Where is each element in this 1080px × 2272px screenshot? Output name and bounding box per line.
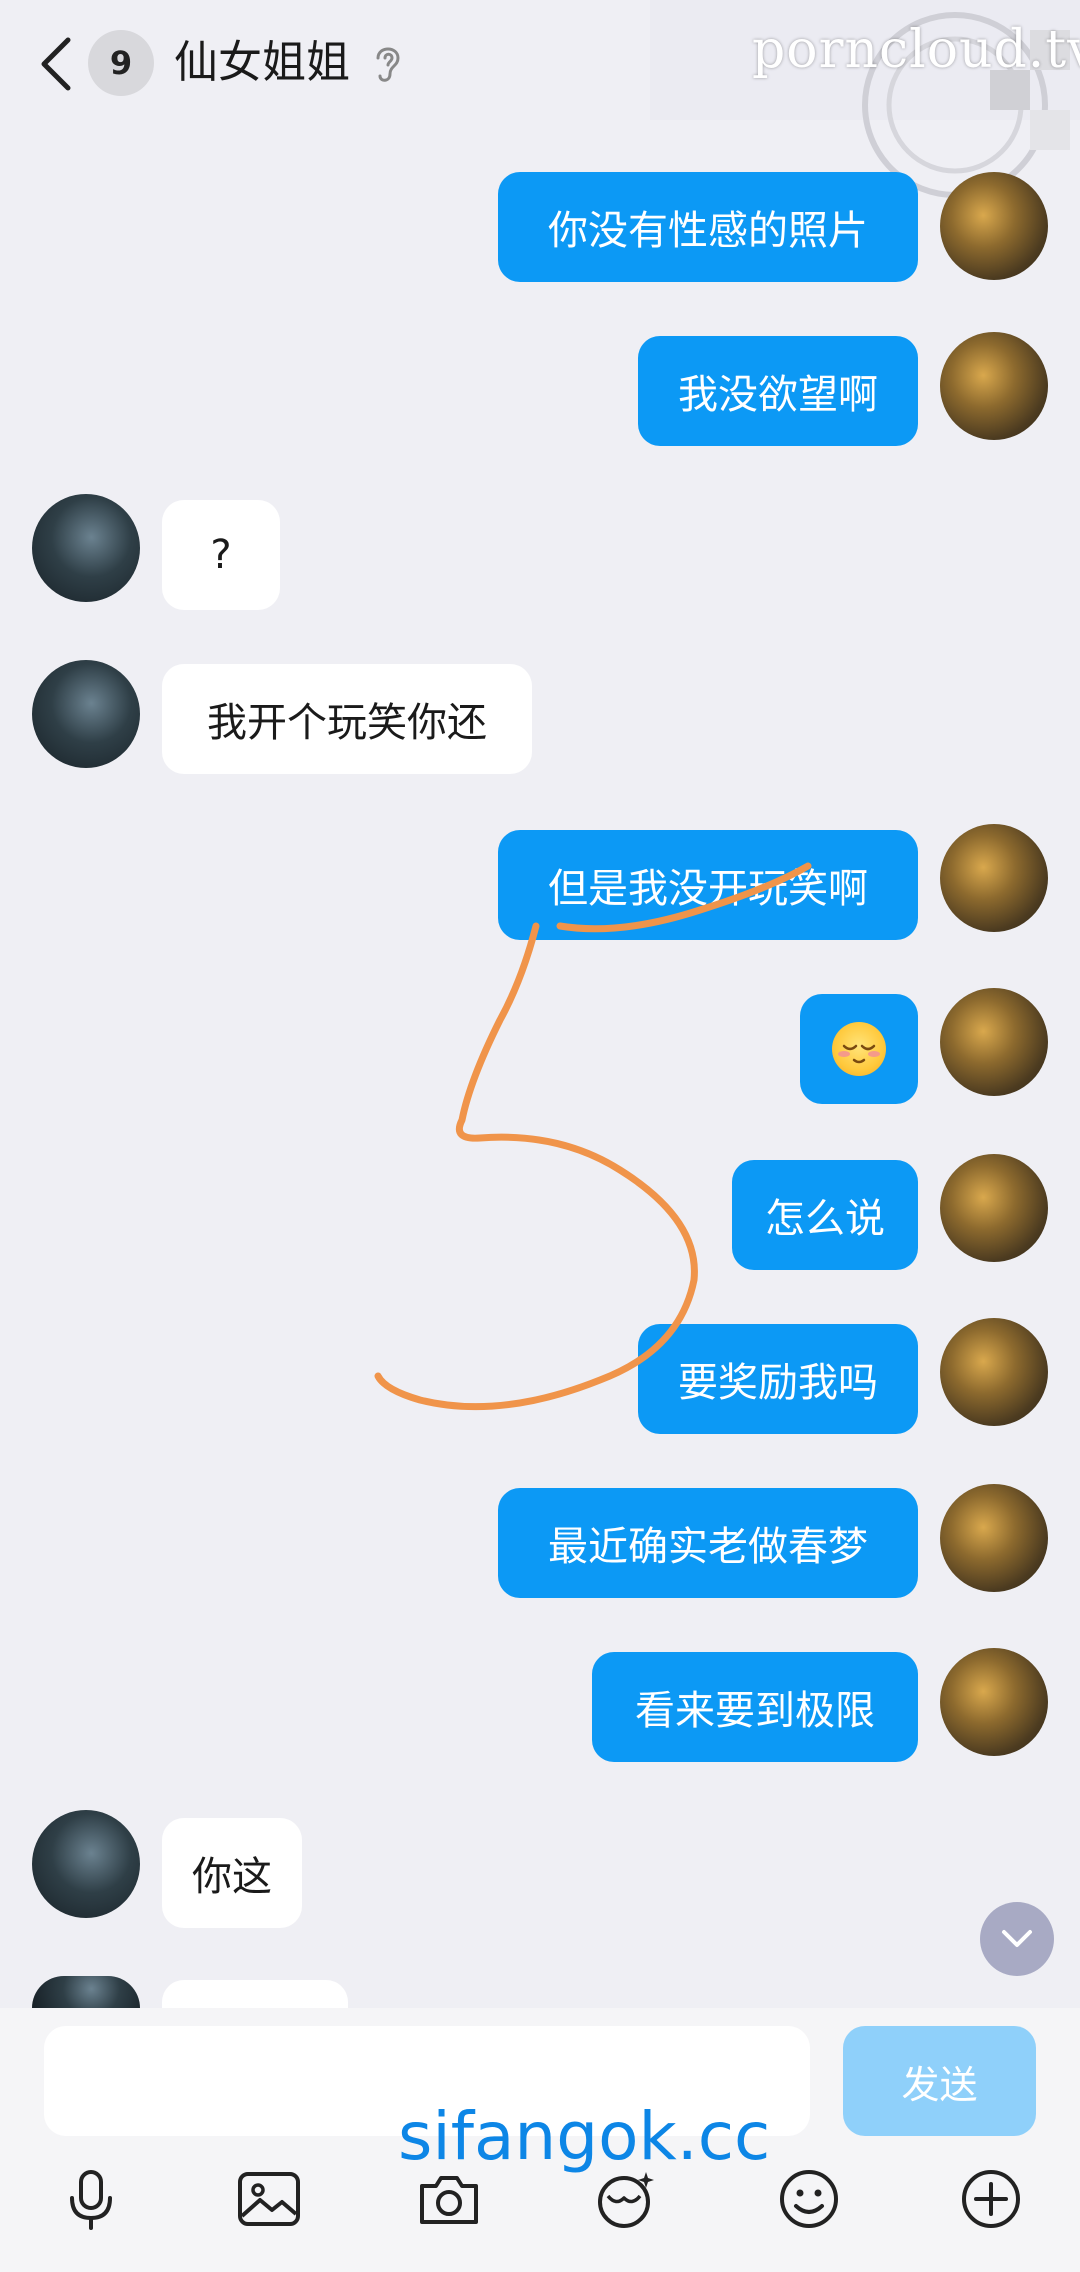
send-button[interactable]: 发送 bbox=[843, 2026, 1036, 2136]
contact-avatar[interactable] bbox=[32, 494, 140, 602]
incoming-bubble[interactable]: 你这 bbox=[162, 1818, 302, 1928]
outgoing-bubble[interactable]: 最近确实老做春梦 bbox=[498, 1488, 918, 1598]
ear-mode-icon[interactable] bbox=[370, 40, 406, 86]
my-avatar[interactable] bbox=[940, 824, 1048, 932]
microphone-icon[interactable] bbox=[58, 2166, 124, 2232]
my-avatar[interactable] bbox=[940, 172, 1048, 280]
hand-drawn-annotation bbox=[374, 862, 812, 1411]
watermark-bottom: sifangok.cc bbox=[398, 2098, 771, 2175]
my-avatar[interactable] bbox=[940, 1318, 1048, 1426]
outgoing-emoji-bubble[interactable] bbox=[800, 994, 918, 1104]
my-avatar[interactable] bbox=[940, 988, 1048, 1096]
back-chevron-icon[interactable] bbox=[34, 32, 78, 96]
my-avatar[interactable] bbox=[940, 1154, 1048, 1262]
outgoing-bubble[interactable]: 要奖励我吗 bbox=[638, 1324, 918, 1434]
my-avatar[interactable] bbox=[940, 1648, 1048, 1756]
my-avatar[interactable] bbox=[940, 1484, 1048, 1592]
contact-avatar[interactable] bbox=[32, 1810, 140, 1918]
sticker-icon[interactable] bbox=[594, 2166, 660, 2232]
outgoing-bubble[interactable]: 怎么说 bbox=[732, 1160, 918, 1270]
scroll-to-bottom-button[interactable] bbox=[980, 1902, 1054, 1976]
image-icon[interactable] bbox=[236, 2166, 302, 2232]
incoming-bubble[interactable]: ? bbox=[162, 500, 280, 610]
my-avatar[interactable] bbox=[940, 332, 1048, 440]
contact-avatar[interactable] bbox=[32, 660, 140, 768]
camera-icon[interactable] bbox=[416, 2166, 482, 2232]
relieved-face-emoji bbox=[832, 1022, 886, 1076]
unread-count-badge[interactable]: 9 bbox=[88, 30, 154, 96]
outgoing-bubble[interactable]: 我没欲望啊 bbox=[638, 336, 918, 446]
chevron-down-icon bbox=[1002, 1930, 1032, 1947]
plus-icon[interactable] bbox=[958, 2166, 1024, 2232]
incoming-bubble[interactable] bbox=[162, 1980, 348, 2008]
chat-title[interactable]: 仙女姐姐 bbox=[174, 30, 350, 96]
contact-avatar[interactable] bbox=[32, 1976, 140, 2008]
outgoing-bubble[interactable]: 看来要到极限 bbox=[592, 1652, 918, 1762]
emoji-icon[interactable] bbox=[776, 2166, 842, 2232]
outgoing-bubble[interactable]: 但是我没开玩笑啊 bbox=[498, 830, 918, 940]
watermark-top: porncloud.tv bbox=[752, 20, 1080, 80]
outgoing-bubble[interactable]: 你没有性感的照片 bbox=[498, 172, 918, 282]
incoming-bubble[interactable]: 我开个玩笑你还 bbox=[162, 664, 532, 774]
